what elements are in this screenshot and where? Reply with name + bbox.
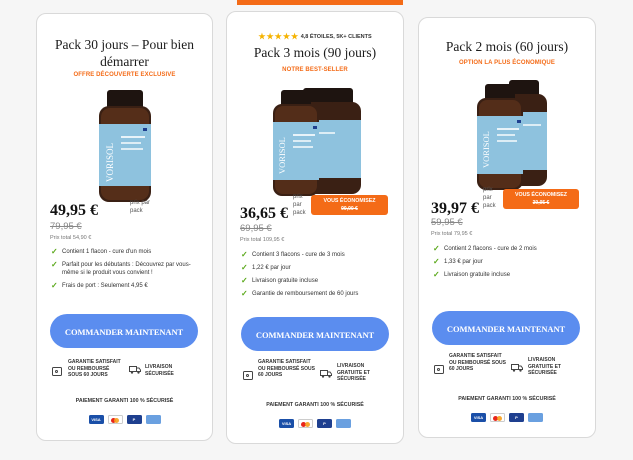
old-price: 69,95 € [240, 223, 272, 234]
guarantee-text: GARANTIE SATISFAIT OU REMBOURSÉ SOUS 60 … [68, 359, 121, 378]
feature-list: ✓ Contient 3 flacons - cure de 3 mois ✓ 1,… [241, 251, 393, 303]
payment-methods: VISA P [37, 411, 212, 429]
feature-item: ✓ Garantie de remboursement de 60 jours [241, 289, 359, 298]
pack-subtitle: OPTION LA PLUS ÉCONOMIQUE [459, 60, 555, 66]
mastercard-icon [107, 415, 123, 425]
savings-badge: VOUS ÉCONOMISEZ 39,95 € [503, 189, 579, 209]
star-rating-icon: ★★★★★ [258, 32, 300, 41]
price-per-label: prix par pack [130, 200, 151, 214]
check-icon: ✓ [241, 263, 248, 272]
pack-price: 39,97 € [431, 200, 479, 217]
pack-title: Pack 3 mois (90 jours) [253, 45, 377, 60]
feature-item: ✓ Contient 3 flacons - cure de 3 mois [241, 250, 345, 259]
truck-icon [320, 370, 332, 378]
feature-item: ✓ 1,22 € par jour [241, 263, 291, 272]
delivery-text: LIVRAISON GRATUITE ET SÉCURISÉE [337, 363, 370, 382]
pack-price: 49,95 € [50, 202, 98, 219]
order-now-button[interactable]: COMMANDER MAINTENANT [50, 314, 198, 348]
old-price: 79,95 € [50, 221, 82, 232]
product-bottles-image: VORISOL [477, 80, 547, 190]
feature-item: ✓ Livraison gratuite incluse [433, 270, 511, 279]
wallet-icon [434, 365, 444, 374]
feature-list: ✓ Contient 1 flacon - cure d'un mois ✓ Par… [51, 248, 202, 295]
pack-subtitle: OFFRE DÉCOUVERTE EXCLUSIVE [73, 72, 176, 78]
visa-icon: VISA [88, 415, 104, 425]
pack-card-30-days: Pack 30 jours – Pour bien démarrer OFFRE… [36, 13, 213, 441]
check-icon: ✓ [51, 281, 58, 290]
mastercard-icon [298, 419, 313, 429]
feature-item: ✓ Contient 2 flacons - cure de 2 mois [433, 244, 537, 253]
payment-label: PAIEMENT GARANTI 100 % SÉCURISÉ [75, 398, 174, 404]
total-price: Prix total 54,90 € [50, 235, 92, 241]
pack-subtitle: NOTRE BEST-SELLER [282, 67, 348, 73]
feature-item: ✓ Frais de port : Seulement 4,95 € [51, 281, 148, 290]
paypal-icon: P [509, 413, 524, 423]
feature-item: ✓ Livraison gratuite incluse [241, 276, 319, 285]
feature-item: ✓ 1,33 € par jour [433, 257, 483, 266]
amex-icon [336, 419, 351, 429]
old-price: 59,95 € [431, 217, 463, 228]
check-icon: ✓ [433, 270, 440, 279]
guarantee-text: GARANTIE SATISFAIT OU REMBOURSÉ SOUS 60 … [258, 359, 315, 378]
check-icon: ✓ [241, 276, 248, 285]
bottle-brand: VORISOL [277, 137, 287, 174]
check-icon: ✓ [51, 260, 58, 269]
visa-icon: VISA [279, 419, 294, 429]
amex-icon [528, 413, 543, 423]
pack-title: Pack 30 jours – Pour bien démarrer [54, 37, 195, 69]
pack-title: Pack 2 mois (60 jours) [445, 39, 569, 54]
check-icon: ✓ [433, 244, 440, 253]
payment-label: PAIEMENT GARANTI 100 % SÉCURISÉ [458, 396, 556, 402]
check-icon: ✓ [433, 257, 440, 266]
amex-icon [145, 415, 161, 425]
check-icon: ✓ [51, 247, 58, 256]
product-bottle-image: VORISOL [99, 90, 151, 202]
pack-card-90-days: ★★★★★ 4,8 ÉTOILES, 5K+ CLIENTS Pack 3 mo… [226, 11, 404, 444]
price-per-label: prix par pack [293, 194, 306, 216]
pack-card-60-days: Pack 2 mois (60 jours) OPTION LA PLUS ÉC… [418, 17, 596, 438]
visa-icon: VISA [471, 413, 486, 423]
check-icon: ✓ [241, 289, 248, 298]
wallet-icon [243, 371, 253, 380]
delivery-text: LIVRAISON GRATUITE ET SÉCURISÉE [528, 357, 561, 376]
bottle-brand: VORISOL [481, 131, 491, 168]
product-bottles-image: VORISOL [273, 88, 361, 196]
feature-item: ✓ Contient 1 flacon - cure d'un mois [51, 247, 152, 256]
rating-text: 4,8 ÉTOILES, 5K+ CLIENTS [300, 33, 372, 40]
price-per-label: prix par pack [483, 187, 496, 209]
feature-list: ✓ Contient 2 flacons - cure de 2 mois ✓ 1,… [433, 245, 585, 284]
feature-item: ✓ Parfait pour les débutants : Découvrez … [51, 260, 191, 277]
mastercard-icon [490, 413, 505, 423]
total-price: Prix total 109,95 € [240, 237, 285, 243]
truck-icon [511, 364, 523, 372]
order-now-button[interactable]: COMMANDER MAINTENANT [432, 311, 580, 345]
payment-methods: VISA P [419, 409, 595, 427]
rating-row: ★★★★★ 4,8 ÉTOILES, 5K+ CLIENTS [227, 32, 403, 41]
payment-label: PAIEMENT GARANTI 100 % SÉCURISÉ [266, 402, 364, 408]
paypal-icon: P [126, 415, 142, 425]
pack-price: 36,65 € [240, 205, 288, 222]
truck-icon [129, 366, 141, 374]
check-icon: ✓ [241, 250, 248, 259]
wallet-icon [52, 367, 62, 376]
total-price: Prix total 79,95 € [431, 231, 473, 237]
paypal-icon: P [317, 419, 332, 429]
best-seller-accent-bar [237, 0, 403, 5]
bottle-brand: VORISOL [105, 143, 115, 182]
payment-methods: VISA P [227, 415, 403, 433]
savings-badge: VOUS ÉCONOMISEZ 99,90 € [311, 195, 388, 215]
guarantee-text: GARANTIE SATISFAIT OU REMBOURSÉ SOUS 60 … [449, 353, 506, 372]
delivery-text: LIVRAISON SÉCURISÉE [145, 364, 174, 377]
order-now-button[interactable]: COMMANDER MAINTENANT [241, 317, 389, 351]
